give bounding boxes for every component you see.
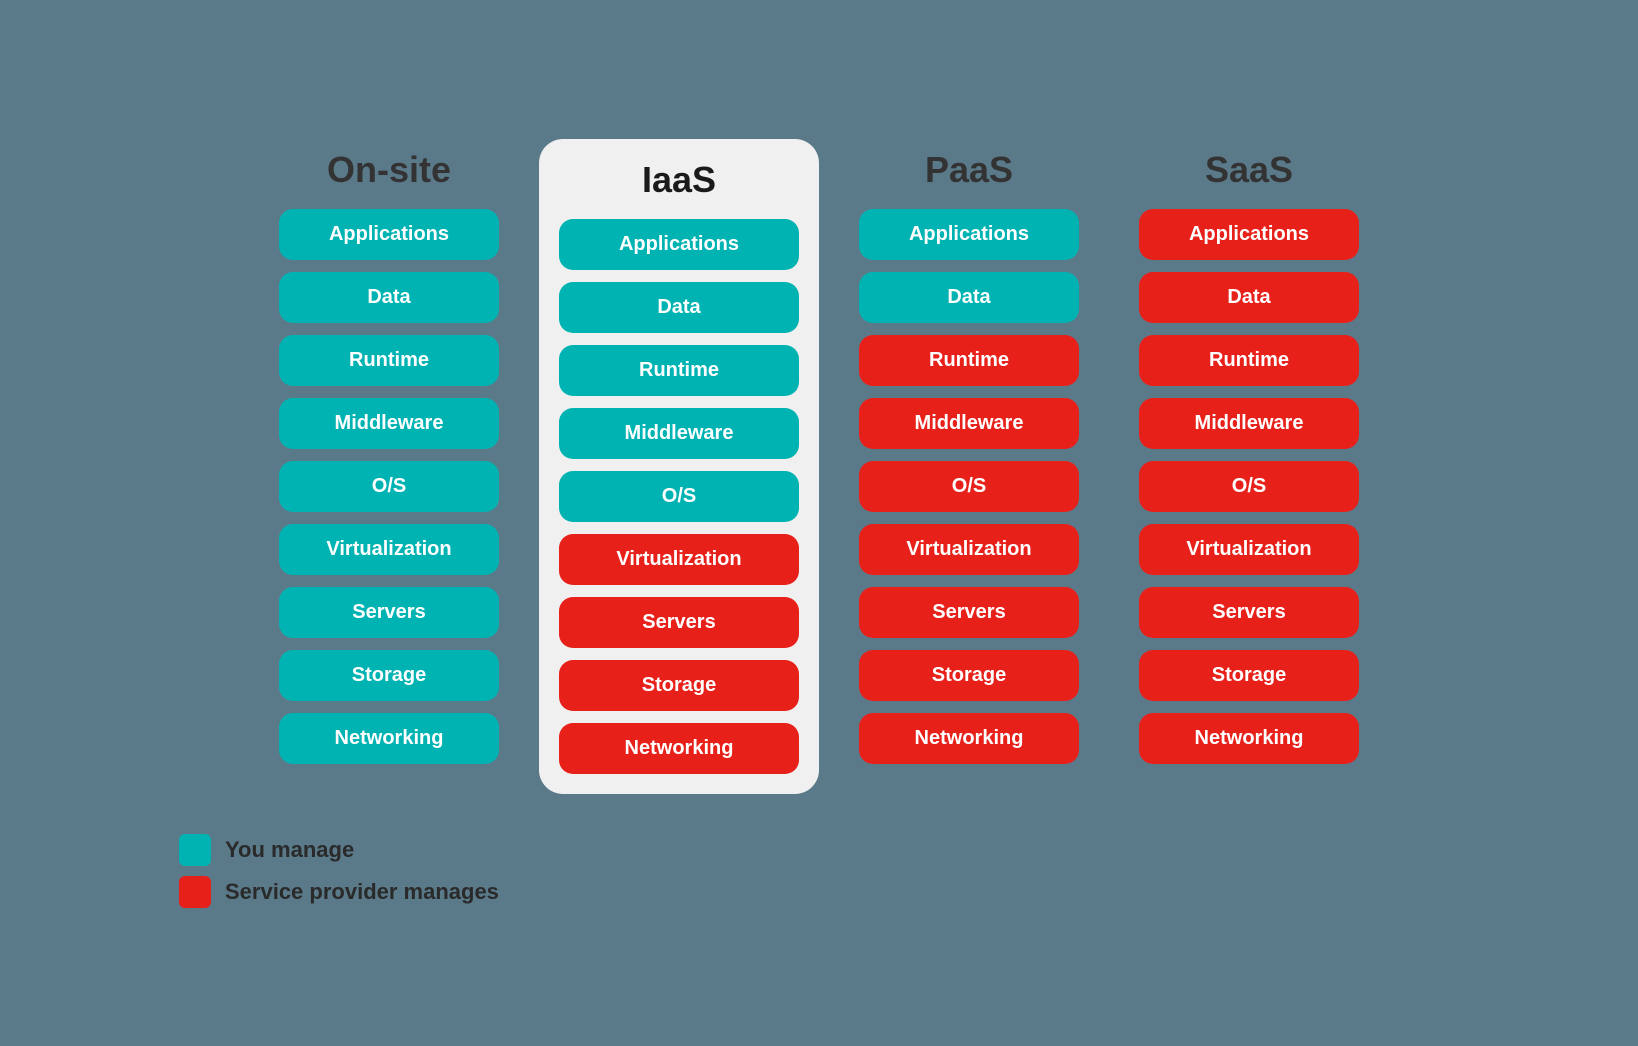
legend-dot-teal bbox=[179, 834, 211, 866]
item-iaas-6: Servers bbox=[559, 597, 799, 648]
column-title-paas: PaaS bbox=[925, 139, 1013, 191]
item-iaas-7: Storage bbox=[559, 660, 799, 711]
column-onsite: On-site Applications Data Runtime Middleware… bbox=[259, 139, 519, 764]
legend-dot-red bbox=[179, 876, 211, 908]
item-onsite-3: Middleware bbox=[279, 398, 499, 449]
item-onsite-6: Servers bbox=[279, 587, 499, 638]
item-iaas-2: Runtime bbox=[559, 345, 799, 396]
item-iaas-3: Middleware bbox=[559, 408, 799, 459]
item-saas-1: Data bbox=[1139, 272, 1359, 323]
item-paas-6: Servers bbox=[859, 587, 1079, 638]
column-title-iaas: IaaS bbox=[642, 149, 716, 201]
item-iaas-0: Applications bbox=[559, 219, 799, 270]
item-onsite-0: Applications bbox=[279, 209, 499, 260]
legend-section: You manage Service provider manages bbox=[179, 834, 499, 908]
legend-label-1: Service provider manages bbox=[225, 879, 499, 905]
item-paas-5: Virtualization bbox=[859, 524, 1079, 575]
main-container: On-site Applications Data Runtime Middleware… bbox=[119, 139, 1519, 908]
item-iaas-8: Networking bbox=[559, 723, 799, 774]
item-saas-8: Networking bbox=[1139, 713, 1359, 764]
item-onsite-1: Data bbox=[279, 272, 499, 323]
columns-wrapper: On-site Applications Data Runtime Middleware… bbox=[259, 139, 1379, 794]
item-paas-8: Networking bbox=[859, 713, 1079, 764]
column-paas: PaaS Applications Data Runtime Middleware O/S… bbox=[839, 139, 1099, 764]
item-paas-1: Data bbox=[859, 272, 1079, 323]
item-saas-5: Virtualization bbox=[1139, 524, 1359, 575]
item-saas-4: O/S bbox=[1139, 461, 1359, 512]
item-paas-2: Runtime bbox=[859, 335, 1079, 386]
column-iaas: IaaS Applications Data Runtime Middleware O/S… bbox=[539, 139, 819, 794]
item-saas-0: Applications bbox=[1139, 209, 1359, 260]
item-paas-7: Storage bbox=[859, 650, 1079, 701]
item-iaas-1: Data bbox=[559, 282, 799, 333]
item-paas-4: O/S bbox=[859, 461, 1079, 512]
column-saas: SaaS Applications Data Runtime Middleware O/S… bbox=[1119, 139, 1379, 764]
item-onsite-8: Networking bbox=[279, 713, 499, 764]
items-list-saas: Applications Data Runtime Middleware O/S Virt… bbox=[1119, 209, 1379, 764]
items-list-onsite: Applications Data Runtime Middleware O/S Virt… bbox=[259, 209, 519, 764]
item-iaas-5: Virtualization bbox=[559, 534, 799, 585]
item-onsite-5: Virtualization bbox=[279, 524, 499, 575]
item-saas-6: Servers bbox=[1139, 587, 1359, 638]
legend-item-0: You manage bbox=[179, 834, 499, 866]
item-onsite-4: O/S bbox=[279, 461, 499, 512]
legend-item-1: Service provider manages bbox=[179, 876, 499, 908]
item-onsite-7: Storage bbox=[279, 650, 499, 701]
item-saas-7: Storage bbox=[1139, 650, 1359, 701]
item-iaas-4: O/S bbox=[559, 471, 799, 522]
item-saas-2: Runtime bbox=[1139, 335, 1359, 386]
legend-label-0: You manage bbox=[225, 837, 354, 863]
column-title-saas: SaaS bbox=[1205, 139, 1293, 191]
items-list-paas: Applications Data Runtime Middleware O/S Virt… bbox=[839, 209, 1099, 764]
item-onsite-2: Runtime bbox=[279, 335, 499, 386]
items-list-iaas: Applications Data Runtime Middleware O/S Virt… bbox=[555, 219, 803, 774]
bottom-section: You manage Service provider manages bbox=[119, 804, 1519, 908]
item-saas-3: Middleware bbox=[1139, 398, 1359, 449]
column-title-onsite: On-site bbox=[327, 139, 451, 191]
item-paas-3: Middleware bbox=[859, 398, 1079, 449]
item-paas-0: Applications bbox=[859, 209, 1079, 260]
